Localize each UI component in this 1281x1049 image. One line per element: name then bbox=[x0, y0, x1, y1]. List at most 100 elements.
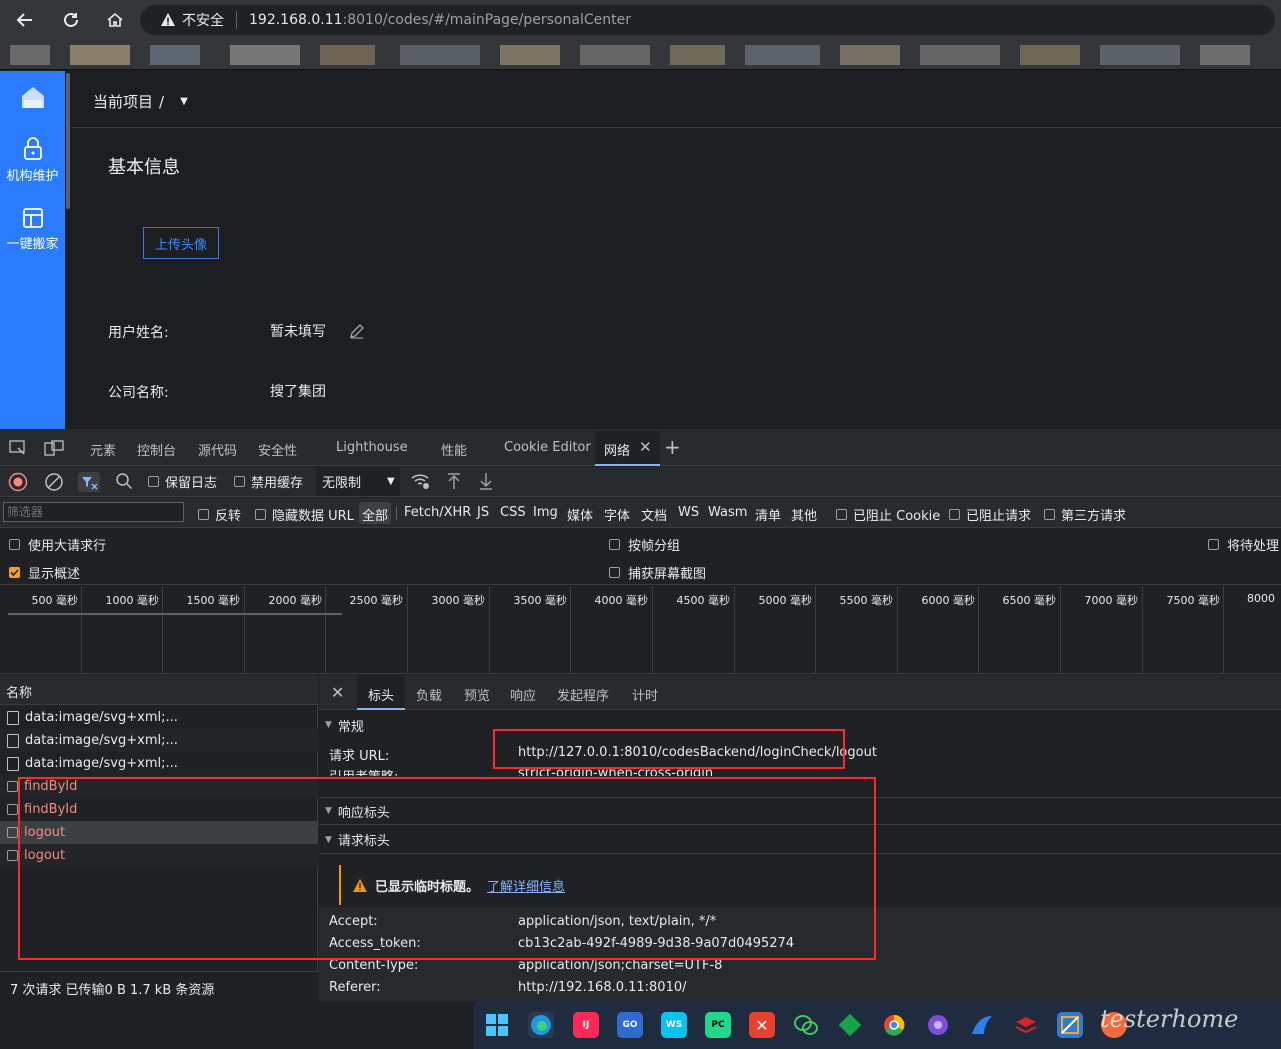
throttle-select[interactable]: 无限制 ▼ bbox=[316, 467, 400, 496]
sidebar-scrollbar[interactable] bbox=[66, 73, 70, 209]
show-overview-checkbox[interactable]: 显示概述 bbox=[9, 563, 80, 582]
search-button[interactable] bbox=[115, 472, 133, 490]
checkbox-icon bbox=[7, 781, 18, 792]
type-filter-wasm[interactable]: Wasm bbox=[708, 505, 747, 520]
group-by-frame-checkbox[interactable]: 按帧分组 bbox=[609, 535, 680, 554]
tab-security[interactable]: 安全性 bbox=[258, 440, 297, 459]
add-tab-icon[interactable]: + bbox=[664, 435, 681, 459]
request-row[interactable]: data:image/svg+xml;... bbox=[0, 706, 318, 729]
type-filter-all[interactable]: 全部 bbox=[362, 505, 388, 524]
type-filter-other[interactable]: 其他 bbox=[791, 505, 817, 524]
header-key: Content-Type: bbox=[329, 958, 419, 973]
type-filter-xhr[interactable]: Fetch/XHR bbox=[404, 505, 471, 520]
close-tab-icon[interactable]: ✕ bbox=[639, 438, 652, 456]
group-by-frame-label: 按帧分组 bbox=[628, 539, 681, 554]
caret-down-icon[interactable]: ▼ bbox=[180, 96, 188, 107]
app-icon[interactable] bbox=[969, 1012, 995, 1038]
download-icon bbox=[480, 473, 492, 490]
tab-network[interactable]: 网络 bbox=[604, 440, 630, 459]
capture-screenshots-checkbox[interactable]: 捕获屏幕截图 bbox=[609, 563, 706, 582]
address-bar[interactable]: 不安全 192.168.0.11 :8010/codes/#/mainPage/… bbox=[140, 5, 1275, 35]
git-icon[interactable] bbox=[837, 1012, 863, 1038]
xmind-icon[interactable]: ✕ bbox=[749, 1012, 775, 1038]
tab-console[interactable]: 控制台 bbox=[137, 440, 176, 459]
tab-payload[interactable]: 负载 bbox=[416, 685, 442, 704]
tab-lighthouse[interactable]: Lighthouse bbox=[336, 440, 408, 455]
pycharm-icon[interactable]: PC bbox=[705, 1012, 731, 1038]
app-icon[interactable] bbox=[1057, 1012, 1083, 1038]
type-filter-img[interactable]: Img bbox=[533, 505, 558, 520]
pending-label: 将待处理 bbox=[1227, 539, 1280, 554]
type-filter-ws[interactable]: WS bbox=[678, 505, 699, 520]
disable-cache-checkbox[interactable]: 禁用缓存 bbox=[234, 472, 303, 491]
start-icon[interactable] bbox=[484, 1012, 510, 1038]
filter-toggle-button[interactable] bbox=[78, 472, 100, 492]
wechat-icon[interactable] bbox=[793, 1012, 819, 1038]
chrome-icon[interactable] bbox=[881, 1012, 907, 1038]
reload-button[interactable] bbox=[58, 7, 84, 33]
export-har-button[interactable] bbox=[478, 472, 494, 490]
tab-sources[interactable]: 源代码 bbox=[198, 440, 237, 459]
clear-button[interactable] bbox=[44, 472, 64, 492]
filter-input[interactable] bbox=[3, 502, 184, 522]
close-detail-icon[interactable]: ✕ bbox=[331, 683, 344, 702]
back-button[interactable] bbox=[12, 7, 38, 33]
preserve-log-checkbox[interactable]: 保留日志 bbox=[148, 472, 217, 491]
device-toggle-icon[interactable] bbox=[44, 440, 64, 456]
file-icon bbox=[7, 710, 19, 725]
insecure-warning[interactable]: 不安全 bbox=[160, 10, 224, 30]
column-header-name[interactable]: 名称 bbox=[0, 675, 318, 705]
sidebar-item-org[interactable]: 机构维护 bbox=[0, 137, 65, 184]
sidebar-item-home[interactable] bbox=[0, 83, 65, 115]
tab-performance[interactable]: 性能 bbox=[441, 440, 467, 459]
network-conditions-button[interactable] bbox=[411, 472, 431, 490]
large-rows-checkbox[interactable]: 使用大请求行 bbox=[9, 535, 106, 554]
request-row[interactable]: data:image/svg+xml;... bbox=[0, 729, 318, 752]
header-key: Referer: bbox=[329, 980, 381, 995]
app-icon[interactable] bbox=[925, 1012, 951, 1038]
tick-label: 2000 毫秒 bbox=[268, 594, 323, 607]
tab-initiator[interactable]: 发起程序 bbox=[557, 685, 609, 704]
invert-checkbox[interactable]: 反转 bbox=[198, 505, 241, 524]
pending-checkbox[interactable]: 将待处理 bbox=[1208, 535, 1279, 554]
inspect-icon[interactable] bbox=[9, 440, 27, 456]
intellij-icon[interactable]: IJ bbox=[573, 1012, 599, 1038]
type-filter-css[interactable]: CSS bbox=[500, 505, 526, 520]
request-row[interactable]: data:image/svg+xml;... bbox=[0, 752, 318, 775]
blocked-requests-checkbox[interactable]: 已阻止请求 bbox=[949, 505, 1031, 524]
blocked-cookies-checkbox[interactable]: 已阻止 Cookie bbox=[836, 505, 940, 524]
home-button[interactable] bbox=[102, 7, 128, 33]
detail-tabbar: ✕ 标头 负载 预览 响应 发起程序 计时 bbox=[319, 675, 1281, 710]
tab-response[interactable]: 响应 bbox=[510, 685, 536, 704]
type-filter-media[interactable]: 媒体 bbox=[567, 505, 593, 524]
record-button[interactable] bbox=[8, 472, 28, 492]
upload-avatar-button[interactable]: 上传头像 bbox=[143, 227, 219, 259]
tick-line bbox=[325, 586, 326, 674]
import-har-button[interactable] bbox=[446, 472, 462, 490]
check-icon bbox=[10, 569, 19, 577]
tick-line bbox=[244, 586, 245, 674]
sidebar-item-migrate[interactable]: 一键搬家 bbox=[0, 207, 65, 252]
breadcrumb[interactable]: 当前项目 / ▼ bbox=[93, 91, 188, 112]
large-rows-label: 使用大请求行 bbox=[28, 539, 107, 554]
goland-icon[interactable]: GO bbox=[617, 1012, 643, 1038]
type-filter-font[interactable]: 字体 bbox=[604, 505, 630, 524]
edge-icon[interactable] bbox=[528, 1012, 554, 1038]
checkbox-icon bbox=[7, 850, 18, 861]
network-overview-timeline[interactable]: 500 毫秒 1000 毫秒 1500 毫秒 2000 毫秒 2500 毫秒 3… bbox=[0, 586, 1281, 674]
company-label: 公司名称: bbox=[108, 385, 169, 401]
tab-headers[interactable]: 标头 bbox=[368, 685, 394, 704]
tab-timing[interactable]: 计时 bbox=[632, 685, 658, 704]
tab-cookie-editor[interactable]: Cookie Editor bbox=[504, 440, 591, 455]
type-filter-js[interactable]: JS bbox=[477, 505, 489, 520]
type-filter-manifest[interactable]: 清单 bbox=[755, 505, 781, 524]
edit-icon[interactable] bbox=[349, 323, 365, 339]
hide-data-urls-checkbox[interactable]: 隐藏数据 URL bbox=[255, 505, 354, 524]
header-value: http://192.168.0.11:8010/ bbox=[518, 980, 687, 995]
type-filter-doc[interactable]: 文档 bbox=[641, 505, 667, 524]
webstorm-icon[interactable]: WS bbox=[661, 1012, 687, 1038]
app-icon[interactable] bbox=[1013, 1012, 1039, 1038]
tab-preview[interactable]: 预览 bbox=[464, 685, 490, 704]
third-party-checkbox[interactable]: 第三方请求 bbox=[1044, 505, 1126, 524]
tab-elements[interactable]: 元素 bbox=[90, 440, 116, 459]
